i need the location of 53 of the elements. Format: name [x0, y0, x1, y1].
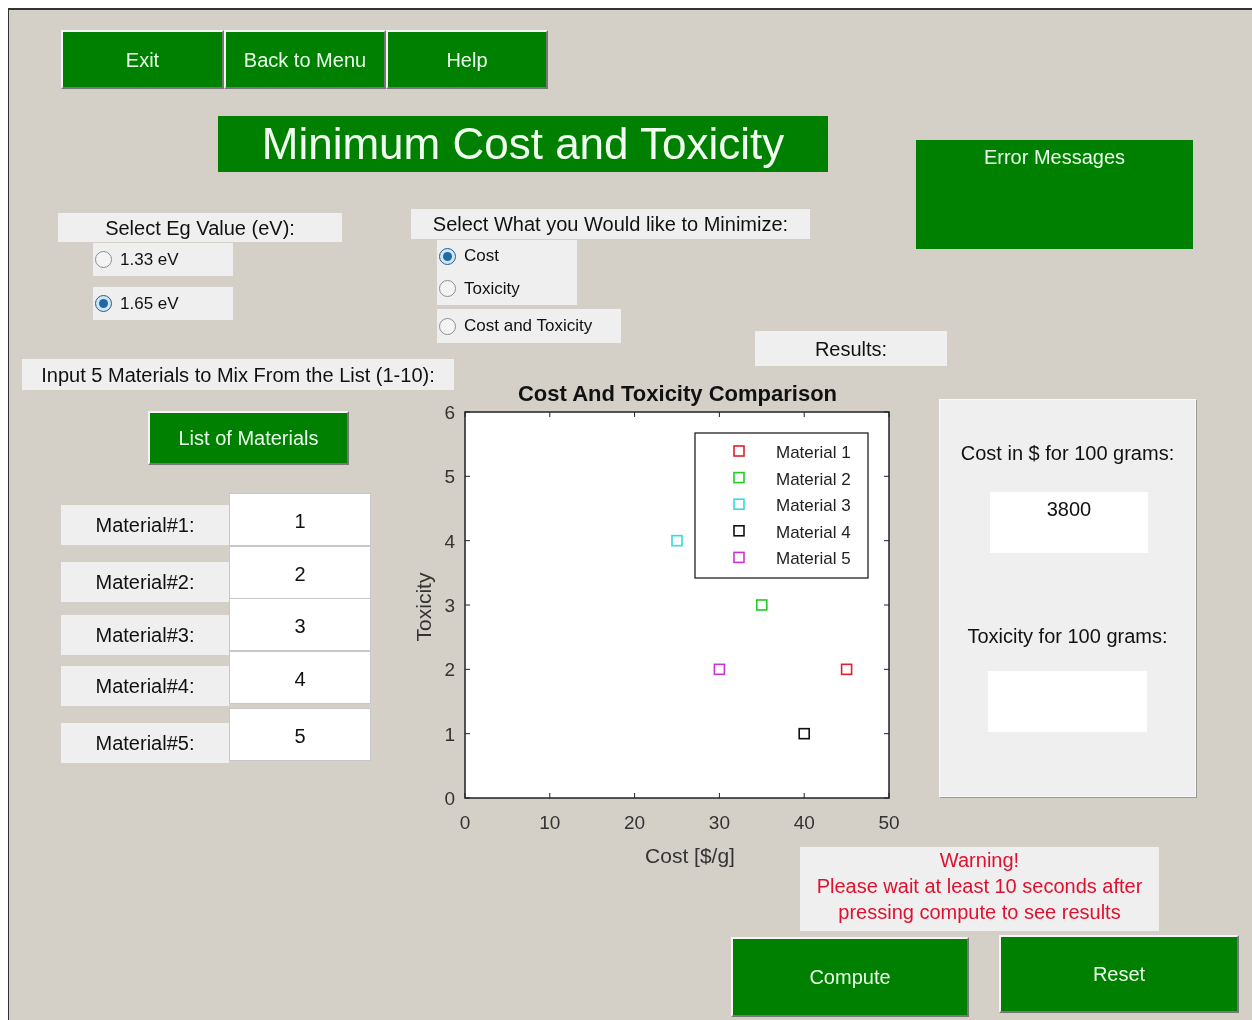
menu-button[interactable]: Help — [386, 30, 548, 89]
warning-message: Please wait at least 10 seconds after pressing compute to see results — [815, 874, 1144, 925]
tick-label: 30 — [708, 812, 730, 833]
app-title: Minimum Cost and Toxicity — [218, 116, 828, 172]
chart-title: Cost And Toxicity Comparison — [517, 380, 838, 407]
input-field[interactable]: 5 — [229, 708, 371, 761]
tick-label: 20 — [624, 812, 646, 833]
tick-label: 0 — [459, 812, 471, 833]
legend-label: Material 1 — [776, 443, 851, 462]
legend-label: Material 3 — [776, 496, 851, 516]
tick-label: 5 — [444, 466, 455, 488]
radio-button[interactable] — [439, 317, 456, 335]
list-of-materials-button[interactable]: List of Materials — [148, 411, 349, 465]
group-label: Select What you Would like to Minimize: — [411, 209, 810, 239]
tick-label: 0 — [444, 788, 455, 809]
tick-label: 4 — [444, 530, 455, 552]
input-field[interactable]: 2 — [229, 546, 371, 599]
tick-label: 10 — [539, 812, 561, 833]
tick-label: 6 — [444, 402, 455, 423]
axis-title: Toxicity — [412, 572, 435, 642]
field-label: Material#2: — [61, 562, 229, 602]
radio-button[interactable] — [439, 247, 456, 265]
field-label: Material#5: — [61, 723, 229, 763]
instruction-label: Input 5 Materials to Mix From the List (1-10): — [22, 359, 454, 390]
menu-button[interactable]: Exit — [61, 30, 224, 89]
warning-title: Warning! — [939, 848, 1020, 873]
radio-button[interactable] — [439, 280, 456, 297]
group-label: Select Eg Value (eV): — [58, 213, 342, 242]
tick-label: 3 — [444, 595, 455, 616]
result-label: Cost in $ for 100 grams: — [959, 441, 1176, 464]
radio-button[interactable] — [95, 251, 112, 268]
input-field[interactable]: 4 — [229, 651, 371, 704]
menu-button[interactable]: Back to Menu — [224, 30, 386, 89]
tick-label: 50 — [878, 812, 900, 833]
tick-label: 40 — [793, 812, 815, 833]
legend-label: Material 5 — [776, 549, 851, 569]
field-label: Material#4: — [61, 666, 229, 706]
field-label: Material#1: — [61, 505, 229, 545]
results-label: Results: — [755, 331, 947, 366]
legend-label: Material 2 — [776, 469, 851, 489]
result-field: 3800 — [990, 492, 1148, 553]
error-messages-panel: Error Messages — [916, 140, 1193, 249]
tick-label: 2 — [444, 659, 455, 681]
tick-label: 1 — [444, 723, 455, 745]
result-label: Toxicity for 100 grams: — [966, 624, 1169, 647]
field-label: Material#3: — [61, 615, 229, 655]
axis-title: Cost [$/g] — [645, 844, 735, 867]
legend-label: Material 4 — [776, 522, 851, 542]
action-button[interactable]: Compute — [731, 937, 969, 1017]
action-button[interactable]: Reset — [999, 935, 1239, 1013]
input-field[interactable]: 3 — [229, 598, 371, 651]
input-field[interactable]: 1 — [229, 493, 371, 546]
radio-button[interactable] — [95, 295, 112, 312]
